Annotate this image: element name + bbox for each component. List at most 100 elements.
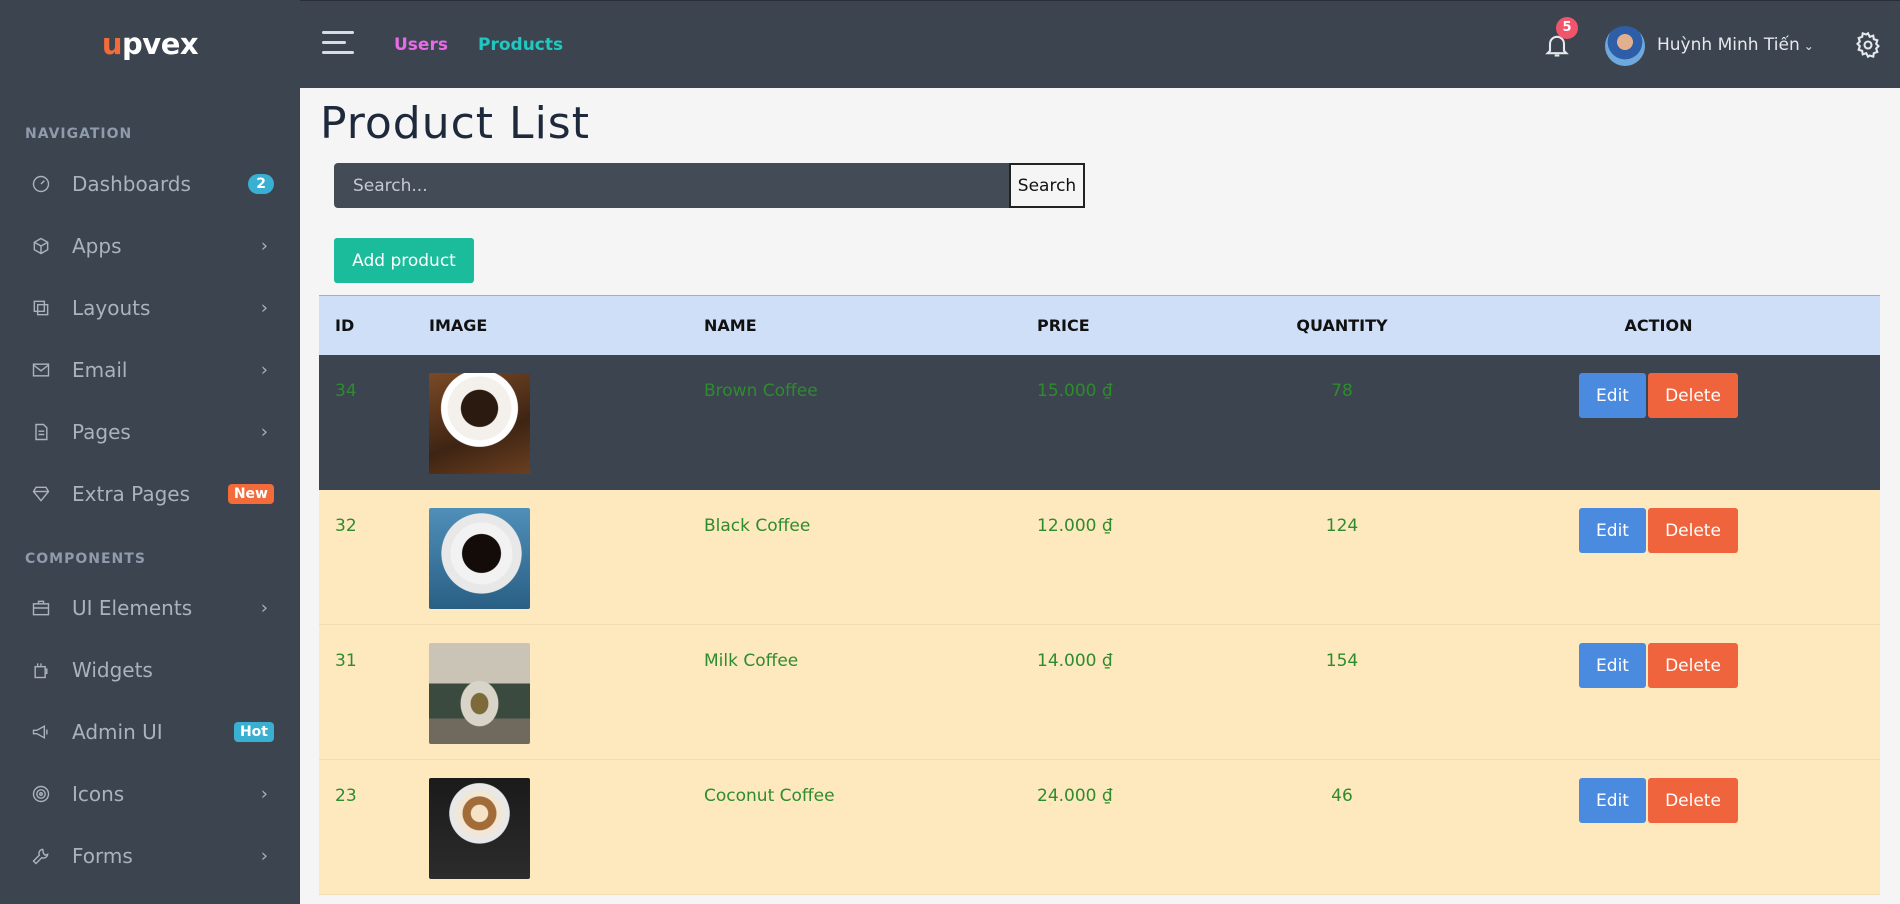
notification-count-badge: 5 xyxy=(1556,17,1578,39)
topbar: Users Products 5 Huỳnh Minh Tiến ⌄ xyxy=(300,0,1900,88)
gift-icon xyxy=(30,659,52,681)
gear-icon[interactable] xyxy=(1854,31,1884,61)
edit-button[interactable]: Edit xyxy=(1579,778,1646,823)
edit-button[interactable]: Edit xyxy=(1579,373,1646,418)
product-id: 34 xyxy=(335,381,357,401)
menu-toggle-icon[interactable] xyxy=(322,31,354,57)
username-label: Huỳnh Minh Tiến xyxy=(1657,35,1800,55)
nav-link-products[interactable]: Products xyxy=(478,35,563,55)
product-name: Brown Coffee xyxy=(704,381,818,401)
chevron-right-icon: › xyxy=(260,783,268,805)
column-header-image: IMAGE xyxy=(429,316,488,335)
edit-button[interactable]: Edit xyxy=(1579,643,1646,688)
new-badge: New xyxy=(227,484,274,504)
product-quantity: 154 xyxy=(1325,651,1359,671)
product-id: 31 xyxy=(335,651,357,671)
sidebar-item-email[interactable]: Email › xyxy=(0,339,300,401)
delete-button[interactable]: Delete xyxy=(1648,373,1738,418)
sidebar-item-layouts[interactable]: Layouts › xyxy=(0,277,300,339)
sidebar-item-label: Email xyxy=(72,358,128,382)
edit-button[interactable]: Edit xyxy=(1579,508,1646,553)
wrench-icon xyxy=(30,845,52,867)
dashboard-icon xyxy=(30,173,52,195)
table-row[interactable]: 32 Black Coffee 12.000 ₫ 124 Edit Delete xyxy=(319,490,1880,625)
product-name: Black Coffee xyxy=(704,516,811,536)
table-header: ID IMAGE NAME PRICE QUANTITY ACTION xyxy=(319,295,1880,355)
product-price: 12.000 ₫ xyxy=(1037,516,1113,536)
product-image xyxy=(429,508,530,609)
product-price: 15.000 ₫ xyxy=(1037,381,1113,401)
chevron-down-icon: ⌄ xyxy=(1803,39,1814,53)
sidebar-item-widgets[interactable]: Widgets xyxy=(0,639,300,701)
search-bar: Search xyxy=(334,163,1085,208)
product-quantity: 124 xyxy=(1325,516,1359,536)
nav-link-users[interactable]: Users xyxy=(394,35,448,55)
product-name: Milk Coffee xyxy=(704,651,799,671)
components-section-title: COMPONENTS xyxy=(25,551,146,567)
delete-button[interactable]: Delete xyxy=(1648,508,1738,553)
briefcase-icon xyxy=(30,597,52,619)
nav-section-title: NAVIGATION xyxy=(25,126,133,142)
product-id: 23 xyxy=(335,786,357,806)
column-header-id[interactable]: ID xyxy=(319,316,429,335)
user-menu[interactable]: Huỳnh Minh Tiến ⌄ xyxy=(1657,35,1814,55)
column-header-action: ACTION xyxy=(1624,316,1693,335)
dashboards-count-badge: 2 xyxy=(248,174,274,194)
product-quantity: 78 xyxy=(1331,381,1353,401)
delete-button[interactable]: Delete xyxy=(1648,643,1738,688)
sidebar-item-label: Admin UI xyxy=(72,720,163,744)
app-logo[interactable]: u pvex xyxy=(0,0,300,88)
product-price: 14.000 ₫ xyxy=(1037,651,1113,671)
chevron-right-icon: › xyxy=(260,235,268,257)
sidebar-item-apps[interactable]: Apps › xyxy=(0,215,300,277)
delete-button[interactable]: Delete xyxy=(1648,778,1738,823)
sidebar-item-dashboards[interactable]: Dashboards 2 xyxy=(0,153,300,215)
avatar[interactable] xyxy=(1605,26,1645,66)
sidebar-item-label: Forms xyxy=(72,844,133,868)
sidebar-item-forms[interactable]: Forms › xyxy=(0,825,300,887)
product-id: 32 xyxy=(335,516,357,536)
search-button[interactable]: Search xyxy=(1009,163,1085,208)
sidebar-item-ui-elements[interactable]: UI Elements › xyxy=(0,577,300,639)
chevron-right-icon: › xyxy=(260,597,268,619)
logo-first-letter: u xyxy=(101,27,123,61)
sidebar-item-icons[interactable]: Icons › xyxy=(0,763,300,825)
chevron-right-icon: › xyxy=(260,421,268,443)
table-row[interactable]: 31 Milk Coffee 14.000 ₫ 154 Edit Delete xyxy=(319,625,1880,760)
cube-icon xyxy=(30,235,52,257)
sidebar-item-extra-pages[interactable]: Extra Pages New xyxy=(0,463,300,525)
chevron-right-icon: › xyxy=(260,359,268,381)
sidebar-item-label: Layouts xyxy=(72,296,151,320)
sidebar-item-admin-ui[interactable]: Admin UI Hot xyxy=(0,701,300,763)
chevron-right-icon: › xyxy=(260,297,268,319)
hot-badge: Hot xyxy=(233,722,274,742)
column-header-quantity[interactable]: QUANTITY xyxy=(1247,316,1437,335)
sidebar-item-label: Apps xyxy=(72,234,122,258)
sidebar-item-pages[interactable]: Pages › xyxy=(0,401,300,463)
megaphone-icon xyxy=(30,721,52,743)
column-header-price[interactable]: PRICE xyxy=(1037,316,1247,335)
table-row[interactable]: 34 Brown Coffee 15.000 ₫ 78 Edit Delete xyxy=(319,355,1880,490)
add-product-button[interactable]: Add product xyxy=(334,238,474,283)
page-title: Product List xyxy=(320,98,590,149)
mail-icon xyxy=(30,359,52,381)
product-image xyxy=(429,778,530,879)
file-icon xyxy=(30,421,52,443)
product-image xyxy=(429,643,530,744)
product-price: 24.000 ₫ xyxy=(1037,786,1113,806)
sidebar-item-label: Extra Pages xyxy=(72,482,190,506)
sidebar: u pvex NAVIGATION Dashboards 2 Apps › Lay… xyxy=(0,0,300,904)
diamond-icon xyxy=(30,483,52,505)
product-quantity: 46 xyxy=(1331,786,1353,806)
sidebar-item-label: Widgets xyxy=(72,658,153,682)
column-header-name[interactable]: NAME xyxy=(704,316,1037,335)
table-row[interactable]: 23 Coconut Coffee 24.000 ₫ 46 Edit Delete xyxy=(319,760,1880,895)
search-input[interactable] xyxy=(334,163,1009,208)
product-name: Coconut Coffee xyxy=(704,786,835,806)
sidebar-item-label: Pages xyxy=(72,420,131,444)
product-image xyxy=(429,373,530,474)
chevron-right-icon: › xyxy=(260,845,268,867)
sidebar-item-label: Dashboards xyxy=(72,172,191,196)
product-table: ID IMAGE NAME PRICE QUANTITY ACTION 34 B… xyxy=(319,295,1880,895)
sidebar-item-label: Icons xyxy=(72,782,125,806)
